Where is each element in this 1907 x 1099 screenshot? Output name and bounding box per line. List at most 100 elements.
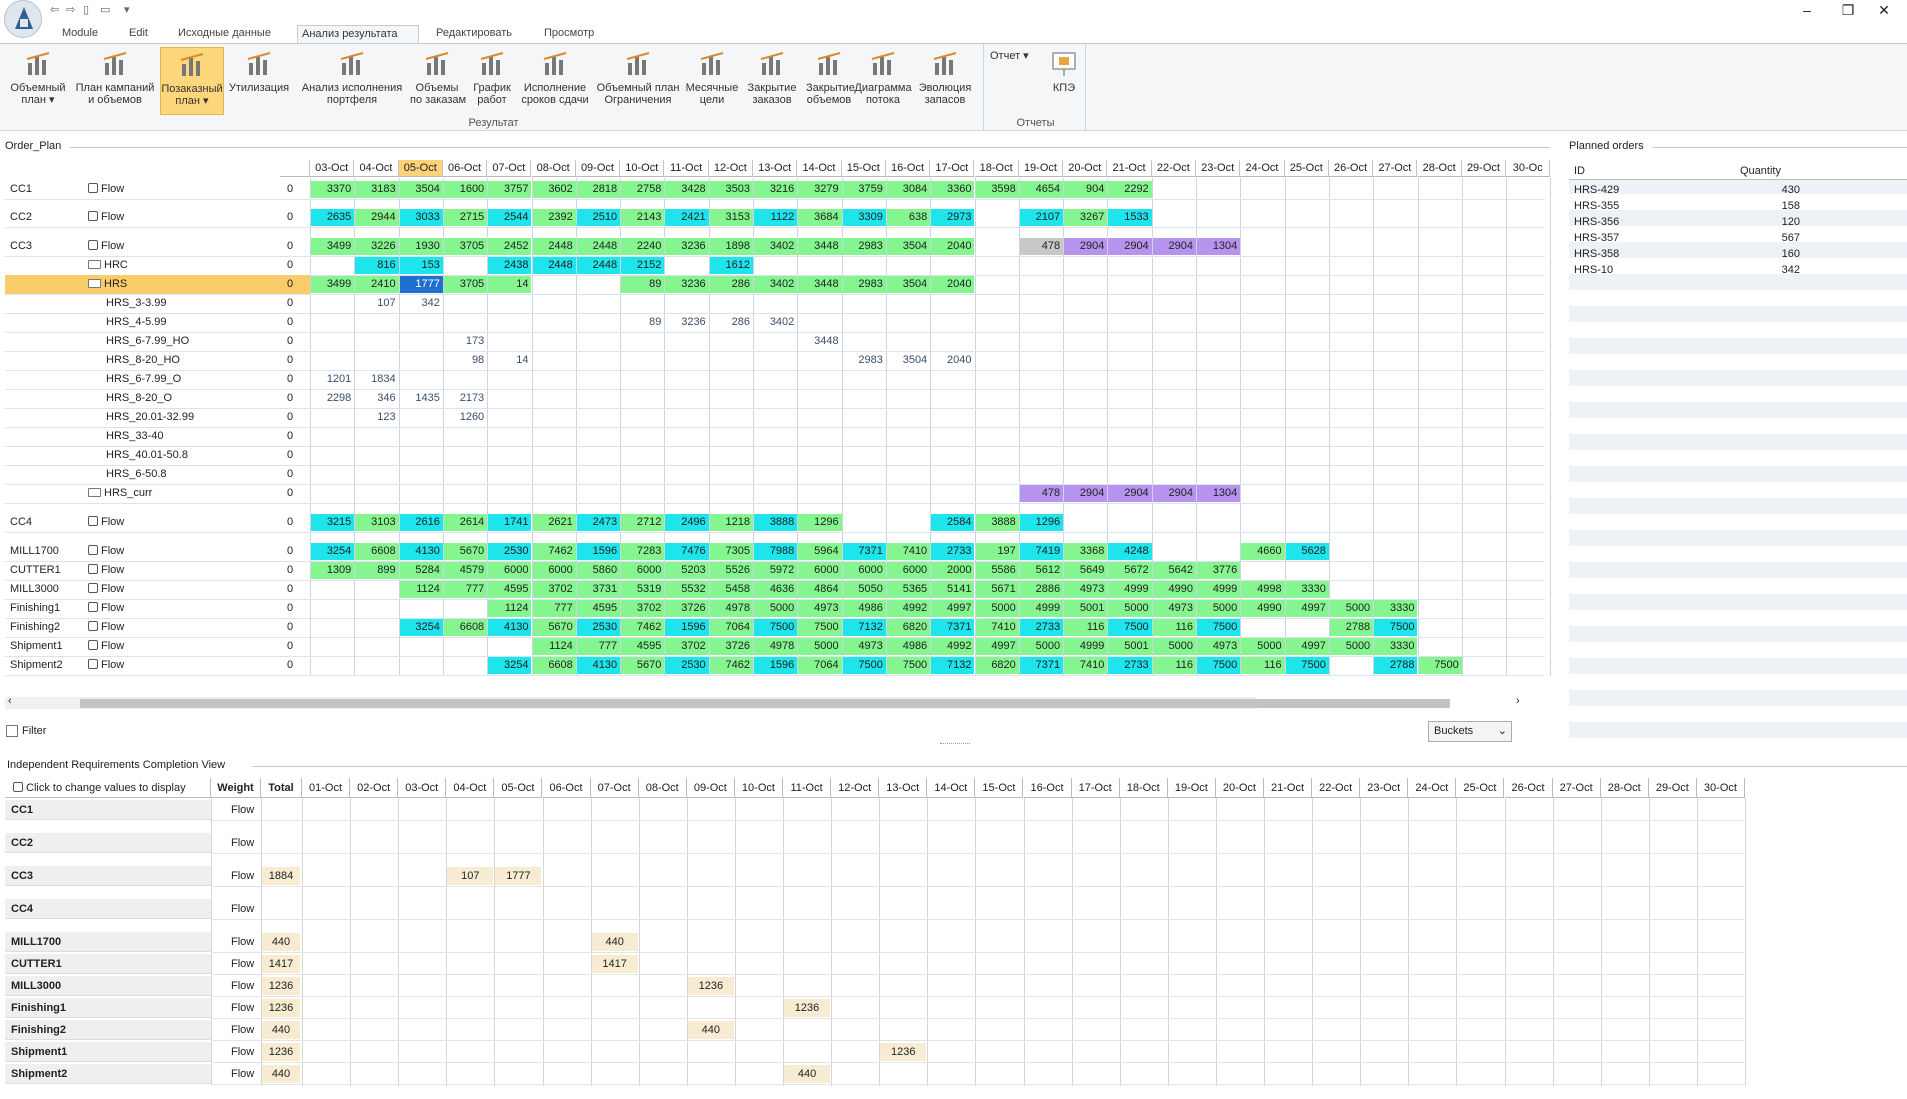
plan-cell[interactable]: 5284 <box>399 562 443 579</box>
plan-cell[interactable]: 3330 <box>1374 600 1418 617</box>
plan-cell[interactable]: 4998 <box>1241 581 1285 598</box>
plan-cell[interactable]: 4248 <box>1108 543 1152 560</box>
irc-value-cell[interactable]: 1236 <box>880 1043 927 1061</box>
irc-row-total[interactable]: 1236 <box>262 1043 300 1061</box>
plan-cell[interactable]: 7500 <box>1374 619 1418 636</box>
ribbon-button-13[interactable]: Эволюция запасов <box>916 47 974 115</box>
plan-cell[interactable]: 5649 <box>1064 562 1108 579</box>
plan-cell[interactable]: 4997 <box>1285 638 1329 655</box>
row-label[interactable]: HRS_6-7.99_O <box>106 371 181 387</box>
plan-cell[interactable]: 6000 <box>886 562 931 579</box>
plan-cell[interactable]: 3888 <box>754 514 798 531</box>
plan-cell[interactable]: 2530 <box>665 657 709 674</box>
date-header[interactable]: 25-Oct <box>1284 160 1329 177</box>
plan-cell[interactable]: 5000 <box>975 600 1019 617</box>
plan-cell[interactable]: 4973 <box>798 600 842 617</box>
plan-cell[interactable]: 2886 <box>1019 581 1064 598</box>
irc-date-header[interactable]: 07-Oct <box>590 778 639 798</box>
ribbon-button-10[interactable]: Закрытие заказов <box>742 47 802 115</box>
plan-cell[interactable]: 2107 <box>1019 209 1064 226</box>
plan-cell[interactable]: 5000 <box>1241 638 1285 655</box>
plan-cell[interactable]: 5000 <box>1152 638 1196 655</box>
plan-cell[interactable]: 3267 <box>1064 209 1108 226</box>
irc-date-header[interactable]: 20-Oct <box>1215 778 1264 798</box>
plan-cell[interactable]: 7410 <box>975 619 1019 636</box>
plan-cell[interactable]: 478 <box>1019 485 1064 502</box>
irc-date-header[interactable]: 10-Oct <box>734 778 783 798</box>
irc-date-header[interactable]: 21-Oct <box>1264 778 1313 798</box>
plan-cell[interactable]: 3254 <box>399 619 443 636</box>
forward-icon[interactable]: ⇨ <box>66 3 75 16</box>
plan-cell[interactable]: 4973 <box>1152 600 1196 617</box>
irc-date-header[interactable]: 15-Oct <box>975 778 1024 798</box>
date-header[interactable]: 08-Oct <box>531 160 576 177</box>
horizontal-scroll-thumb[interactable] <box>80 699 1450 708</box>
plan-cell[interactable]: 1596 <box>576 543 621 560</box>
plan-cell[interactable]: 6000 <box>842 562 886 579</box>
plan-cell[interactable]: 342 <box>400 295 443 312</box>
plan-cell[interactable]: 4864 <box>798 581 842 598</box>
plan-cell[interactable]: 5319 <box>621 581 665 598</box>
irc-value-cell[interactable]: 1777 <box>495 867 542 885</box>
plan-cell[interactable]: 3279 <box>798 181 842 198</box>
plan-cell[interactable]: 3103 <box>355 514 399 531</box>
plan-cell[interactable]: 4990 <box>1152 581 1196 598</box>
date-header[interactable]: 17-Oct <box>930 160 975 177</box>
ribbon-button-3[interactable]: Утилизация <box>226 47 292 115</box>
plan-cell[interactable]: 2152 <box>621 257 665 274</box>
date-header[interactable]: 22-Oct <box>1151 160 1196 177</box>
plan-cell[interactable]: 14 <box>488 276 532 293</box>
irc-date-header[interactable]: 23-Oct <box>1360 778 1409 798</box>
irc-date-header[interactable]: 11-Oct <box>783 778 832 798</box>
plan-cell[interactable]: 3330 <box>1285 581 1329 598</box>
plan-cell[interactable]: 1309 <box>311 562 355 579</box>
plan-cell[interactable]: 5670 <box>621 657 665 674</box>
planned-order-qty[interactable]: 160 <box>1740 247 1800 262</box>
plan-cell[interactable]: 7500 <box>1108 619 1152 636</box>
plan-cell[interactable]: 116 <box>1241 657 1285 674</box>
irc-date-header[interactable]: 13-Oct <box>879 778 928 798</box>
plan-cell[interactable]: 1612 <box>709 257 753 274</box>
app-logo-icon[interactable] <box>4 0 42 38</box>
plan-cell[interactable]: 3504 <box>886 276 931 293</box>
plan-cell[interactable]: 777 <box>443 581 488 598</box>
plan-cell[interactable]: 7476 <box>665 543 709 560</box>
plan-cell[interactable]: 5000 <box>1108 600 1152 617</box>
plan-cell[interactable]: 173 <box>444 333 487 350</box>
irc-value-cell[interactable]: 107 <box>447 867 494 885</box>
row-label[interactable]: HRS_40.01-50.8 <box>106 447 188 463</box>
plan-cell[interactable]: 3254 <box>488 657 532 674</box>
plan-cell[interactable]: 4579 <box>443 562 488 579</box>
plan-cell[interactable]: 2173 <box>444 390 487 407</box>
planned-order-id[interactable]: HRS-10 <box>1574 263 1613 278</box>
plan-cell[interactable]: 2240 <box>621 238 665 255</box>
plan-cell[interactable]: 7462 <box>709 657 753 674</box>
planned-order-id[interactable]: HRS-356 <box>1574 215 1619 230</box>
plan-cell[interactable]: 6000 <box>532 562 576 579</box>
row-label[interactable]: Flow <box>88 638 124 654</box>
plan-cell[interactable]: 3602 <box>532 181 576 198</box>
date-header[interactable]: 20-Oct <box>1063 160 1108 177</box>
irc-value-cell[interactable]: 440 <box>784 1065 831 1083</box>
buckets-select[interactable]: Buckets ⌄ <box>1428 721 1512 742</box>
irc-date-header[interactable]: 06-Oct <box>542 778 591 798</box>
plan-cell[interactable]: 4595 <box>576 600 621 617</box>
plan-cell[interactable]: 1296 <box>1019 514 1064 531</box>
row-label[interactable]: Flow <box>88 238 124 254</box>
plan-cell[interactable]: 1533 <box>1108 209 1152 226</box>
plan-cell[interactable]: 3705 <box>443 276 488 293</box>
plan-cell[interactable]: 7500 <box>1197 657 1241 674</box>
date-header[interactable]: 26-Oct <box>1328 160 1374 177</box>
plan-cell[interactable]: 2733 <box>1108 657 1152 674</box>
row-label[interactable]: Flow <box>88 619 124 635</box>
plan-cell[interactable]: 4973 <box>842 638 886 655</box>
date-header[interactable]: 19-Oct <box>1018 160 1064 177</box>
plan-cell[interactable]: 3499 <box>311 238 355 255</box>
irc-date-header[interactable]: 25-Oct <box>1456 778 1505 798</box>
row-label[interactable]: Flow <box>88 657 124 673</box>
plan-cell[interactable]: 2983 <box>842 276 886 293</box>
plan-cell[interactable]: 3216 <box>754 181 798 198</box>
plan-cell[interactable]: 4973 <box>1197 638 1241 655</box>
plan-cell[interactable]: 2000 <box>931 562 975 579</box>
plan-cell[interactable]: 3368 <box>1064 543 1108 560</box>
